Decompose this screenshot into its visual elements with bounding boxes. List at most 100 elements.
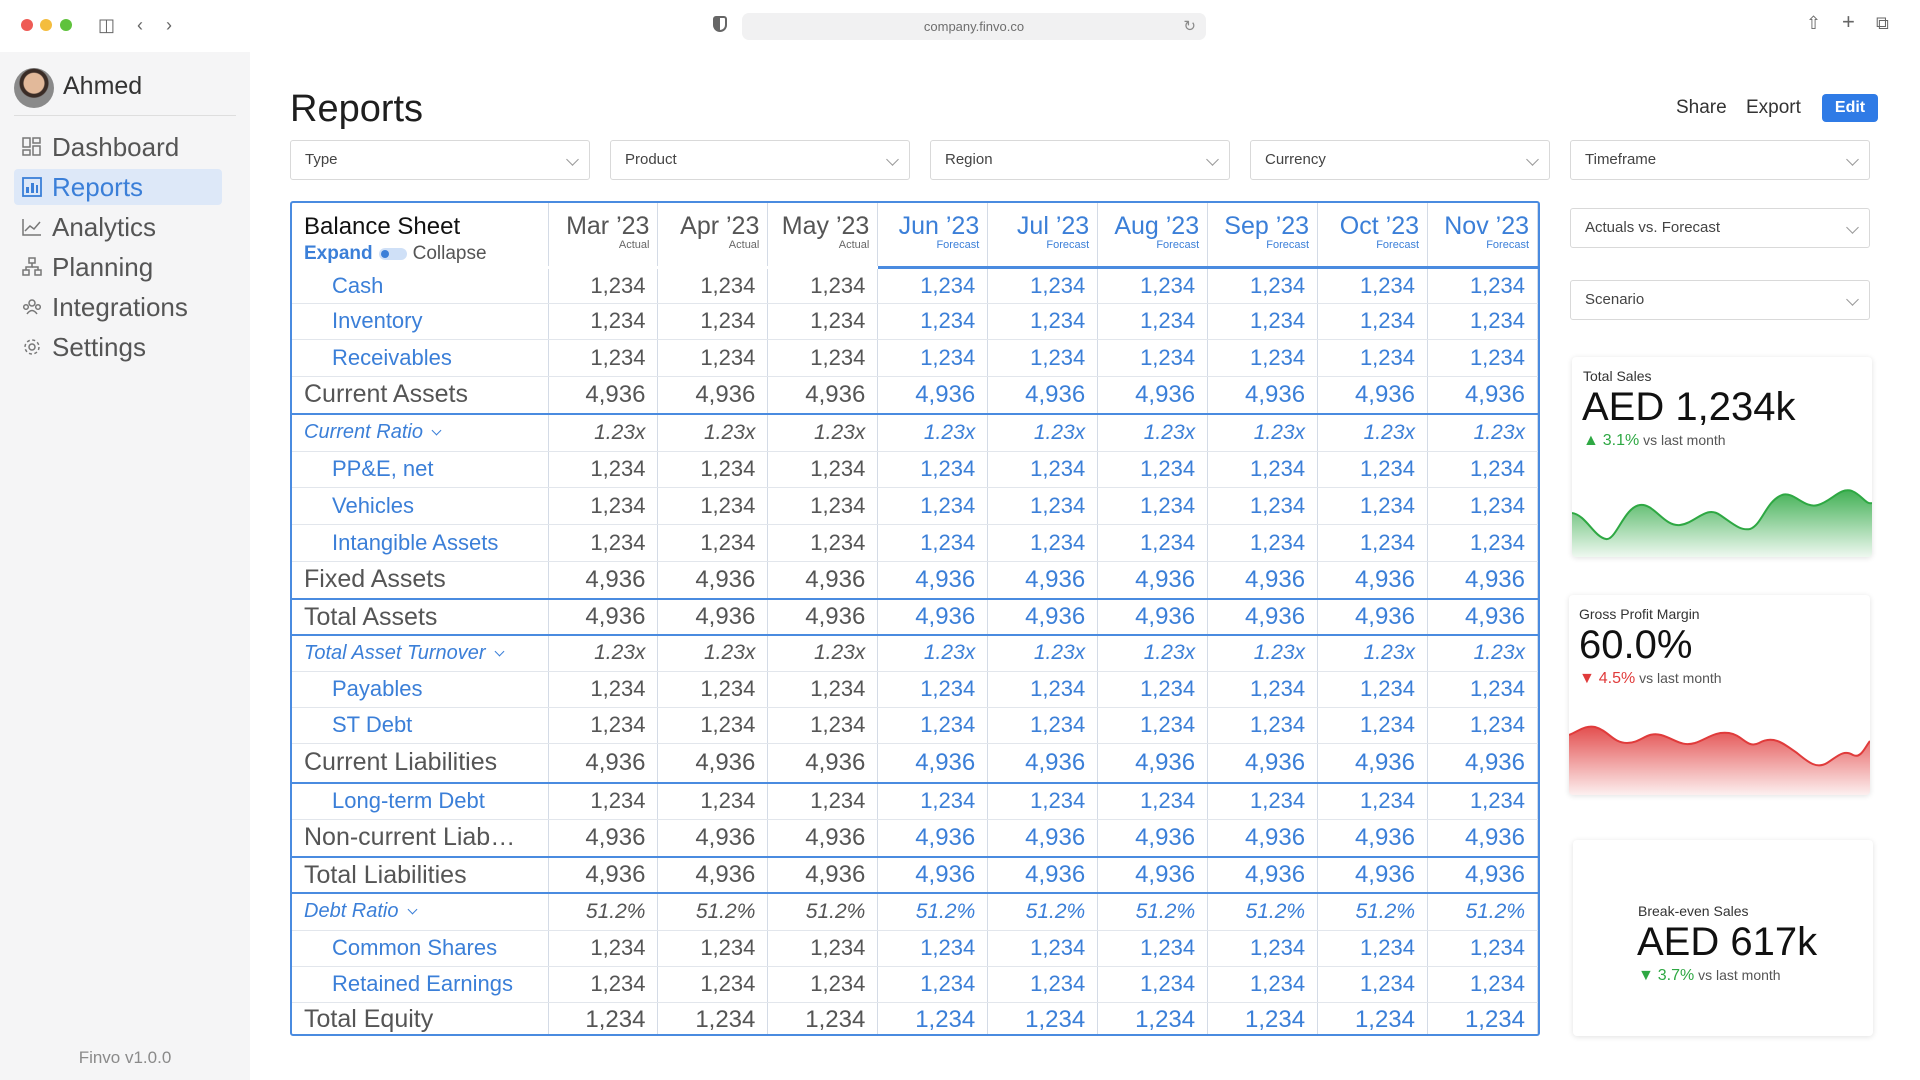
table-row[interactable]: Debt Ratio 51.2% 51.2% 51.2% 51.2% 51.2% 51.2%… [292, 893, 1538, 931]
table-cell[interactable]: 1.23x [1207, 635, 1319, 672]
new-tab-icon[interactable]: + [1842, 11, 1855, 33]
region-filter-select[interactable]: Region [930, 140, 1230, 180]
table-cell[interactable]: 1.23x [1427, 635, 1538, 672]
table-cell[interactable]: 1,234 [548, 1002, 659, 1034]
table-cell[interactable]: 1,234 [767, 451, 879, 488]
table-cell[interactable]: 1,234 [1427, 451, 1538, 488]
expand-label[interactable]: Expand [304, 243, 373, 265]
table-cell[interactable]: 4,936 [548, 599, 659, 636]
table-cell[interactable]: 4,936 [1207, 743, 1319, 784]
table-cell[interactable]: 1,234 [1317, 524, 1428, 562]
column-header[interactable]: Mar ’23 Actual [548, 203, 659, 267]
table-cell[interactable]: 1,234 [1097, 783, 1209, 820]
table-row[interactable]: Intangible Assets 1,234 1,234 1,234 1,234 1,2… [292, 524, 1538, 562]
table-cell[interactable]: 1,234 [1427, 1002, 1538, 1034]
table-row[interactable]: ST Debt 1,234 1,234 1,234 1,234 1,234 1,234 1,2… [292, 707, 1538, 744]
table-cell[interactable]: 1,234 [1097, 267, 1209, 304]
table-row[interactable]: Fixed Assets 4,936 4,936 4,936 4,936 4,936 4,9… [292, 561, 1538, 600]
table-cell[interactable]: 4,936 [657, 857, 769, 894]
table-row[interactable]: Vehicles 1,234 1,234 1,234 1,234 1,234 1,234 1,… [292, 487, 1538, 525]
chevron-down-icon[interactable] [494, 646, 505, 657]
table-cell[interactable]: 1,234 [1427, 671, 1538, 708]
reload-icon[interactable]: ↻ [1183, 13, 1196, 40]
table-cell[interactable]: 1,234 [987, 524, 1099, 562]
column-header[interactable]: Jul ’23 Forecast [987, 203, 1099, 269]
table-cell[interactable]: 1,234 [767, 524, 879, 562]
column-header[interactable]: Jun ’23 Forecast [877, 203, 989, 269]
table-cell[interactable]: 1,234 [987, 267, 1099, 304]
close-window-button[interactable] [21, 19, 33, 31]
table-cell[interactable]: 51.2% [548, 893, 659, 931]
column-header[interactable]: Nov ’23 Forecast [1427, 203, 1538, 269]
table-cell[interactable]: 4,936 [1097, 857, 1209, 894]
table-cell[interactable]: 1,234 [1207, 707, 1319, 744]
table-cell[interactable]: 1,234 [767, 339, 879, 377]
table-cell[interactable]: 4,936 [1317, 376, 1428, 415]
table-row[interactable]: Long-term Debt 1,234 1,234 1,234 1,234 1,234 1… [292, 783, 1538, 820]
table-cell[interactable]: 4,936 [877, 561, 989, 600]
table-cell[interactable]: 4,936 [877, 376, 989, 415]
table-cell[interactable]: 4,936 [987, 743, 1099, 784]
column-header[interactable]: Aug ’23 Forecast [1097, 203, 1209, 269]
share-icon[interactable]: ⇧ [1806, 12, 1821, 34]
type-filter-select[interactable]: Type [290, 140, 590, 180]
table-cell[interactable]: 4,936 [1427, 376, 1538, 415]
table-cell[interactable]: 1,234 [1207, 267, 1319, 304]
table-cell[interactable]: 4,936 [657, 599, 769, 636]
table-cell[interactable]: 1,234 [548, 339, 659, 377]
table-row[interactable]: Current Assets 4,936 4,936 4,936 4,936 4,936 4… [292, 376, 1538, 415]
table-cell[interactable]: 1,234 [1097, 930, 1209, 967]
chevron-down-icon[interactable] [407, 904, 417, 915]
expand-collapse-switch[interactable] [378, 248, 407, 260]
table-cell[interactable]: 4,936 [877, 599, 989, 636]
address-bar[interactable]: company.finvo.co ↻ [742, 13, 1206, 40]
table-cell[interactable]: 1,234 [877, 487, 989, 525]
table-cell[interactable]: 1,234 [877, 707, 989, 744]
table-cell[interactable]: 1,234 [987, 339, 1099, 377]
gross-profit-margin-card[interactable]: Gross Profit Margin 60.0% ▼ 4.5% vs last… [1569, 595, 1870, 795]
table-cell[interactable]: 4,936 [548, 857, 659, 894]
table-cell[interactable]: 4,936 [1317, 561, 1428, 600]
sidebar-item-reports[interactable]: Reports [14, 169, 222, 205]
table-cell[interactable]: 4,936 [1097, 561, 1209, 600]
table-cell[interactable]: 1,234 [767, 671, 879, 708]
table-cell[interactable]: 1.23x [548, 635, 659, 672]
table-cell[interactable]: 1,234 [548, 671, 659, 708]
export-button[interactable]: Export [1746, 97, 1801, 119]
table-cell[interactable]: 1,234 [1317, 783, 1428, 820]
sidebar-item-integrations[interactable]: Integrations [14, 289, 222, 325]
table-cell[interactable]: 1,234 [1427, 783, 1538, 820]
table-cell[interactable]: 4,936 [548, 376, 659, 415]
table-cell[interactable]: 1,234 [1427, 524, 1538, 562]
table-cell[interactable]: 1,234 [1207, 451, 1319, 488]
maximize-window-button[interactable] [60, 19, 72, 31]
table-cell[interactable]: 1,234 [1097, 966, 1209, 1003]
table-cell[interactable]: 4,936 [1097, 743, 1209, 784]
sidebar-item-analytics[interactable]: Analytics [14, 209, 222, 245]
minimize-window-button[interactable] [40, 19, 52, 31]
table-cell[interactable]: 4,936 [987, 857, 1099, 894]
table-cell[interactable]: 1.23x [1427, 414, 1538, 452]
sidebar-item-settings[interactable]: Settings [14, 329, 222, 365]
table-row[interactable]: PP&E, net 1,234 1,234 1,234 1,234 1,234 1,234 1… [292, 451, 1538, 488]
table-cell[interactable]: 4,936 [1097, 819, 1209, 858]
table-cell[interactable]: 1,234 [1427, 966, 1538, 1003]
edit-button[interactable]: Edit [1822, 94, 1878, 122]
table-cell[interactable]: 4,936 [1317, 857, 1428, 894]
table-cell[interactable]: 51.2% [1317, 893, 1428, 931]
table-cell[interactable]: 1,234 [657, 707, 769, 744]
table-cell[interactable]: 4,936 [657, 561, 769, 600]
table-cell[interactable]: 1,234 [657, 267, 769, 304]
table-cell[interactable]: 1,234 [1097, 524, 1209, 562]
table-cell[interactable]: 1.23x [877, 635, 989, 672]
share-button[interactable]: Share [1676, 97, 1727, 119]
table-cell[interactable]: 4,936 [548, 561, 659, 600]
table-cell[interactable]: 1,234 [1427, 487, 1538, 525]
table-cell[interactable]: 1,234 [1207, 339, 1319, 377]
table-cell[interactable]: 51.2% [987, 893, 1099, 931]
table-cell[interactable]: 1,234 [1427, 707, 1538, 744]
table-cell[interactable]: 1.23x [1317, 414, 1428, 452]
table-cell[interactable]: 1,234 [767, 783, 879, 820]
avatar[interactable] [14, 68, 54, 108]
table-cell[interactable]: 4,936 [987, 819, 1099, 858]
